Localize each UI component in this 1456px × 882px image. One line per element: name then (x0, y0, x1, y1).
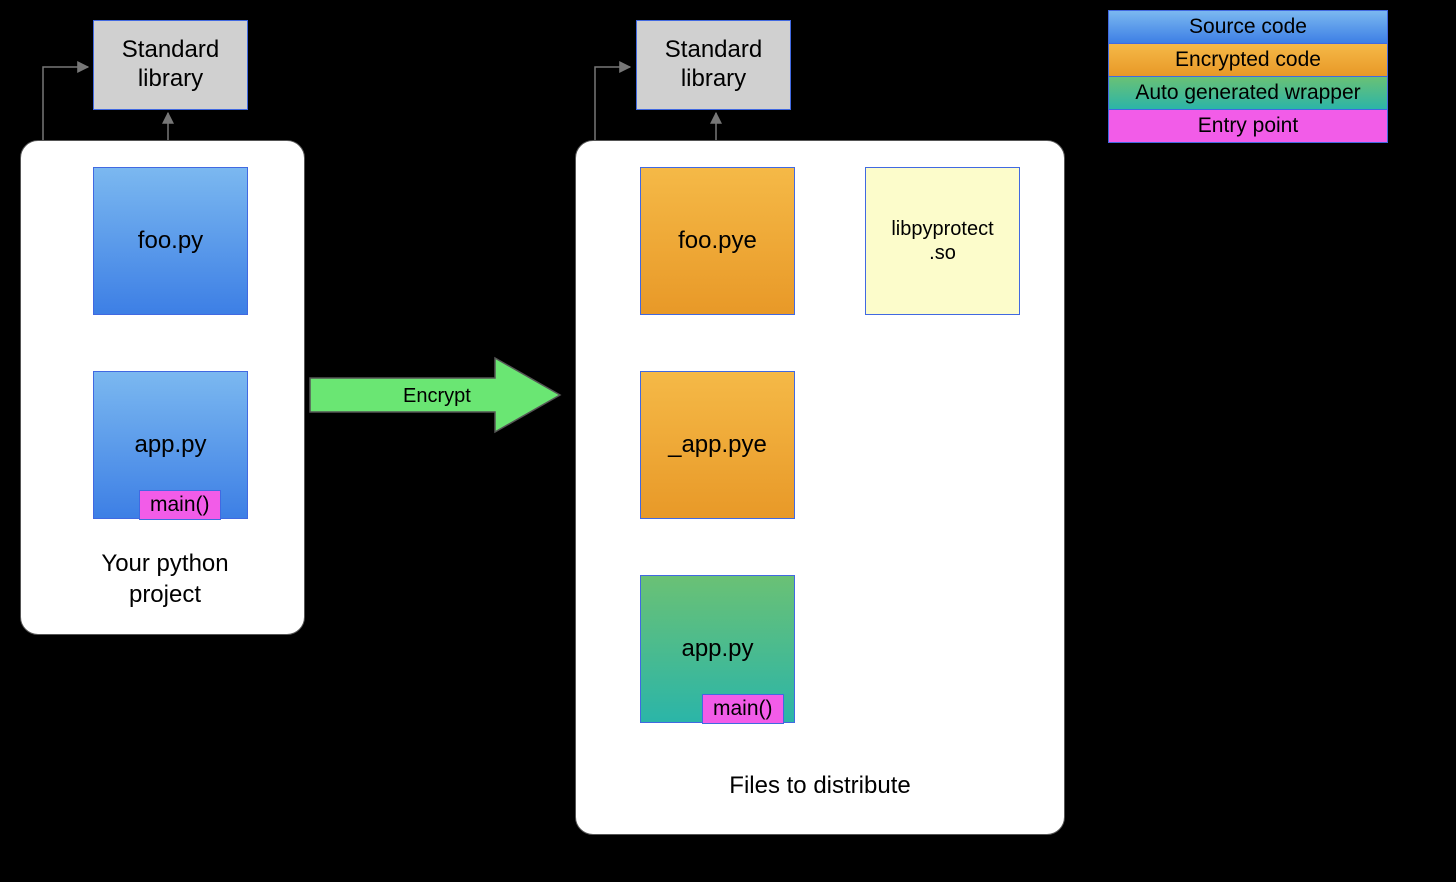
encrypt-arrow-label: Encrypt (403, 385, 471, 408)
legend-entry: Entry point (1109, 110, 1387, 142)
right-caption: Files to distribute (720, 770, 920, 801)
left-main-badge: main() (139, 490, 221, 520)
legend-encrypted: Encrypted code (1109, 44, 1387, 77)
legend-wrapper: Auto generated wrapper (1109, 77, 1387, 110)
right-main-badge: main() (702, 694, 784, 724)
left-caption: Your python project (60, 548, 270, 610)
right-lib-box: libpyprotect .so (865, 167, 1020, 315)
legend: Source code Encrypted code Auto generate… (1108, 10, 1388, 143)
legend-source: Source code (1109, 11, 1387, 44)
left-foo-box: foo.py (93, 167, 248, 315)
right-app-enc-box: _app.pye (640, 371, 795, 519)
right-stdlib-box: Standard library (636, 20, 791, 110)
left-stdlib-box: Standard library (93, 20, 248, 110)
right-foo-box: foo.pye (640, 167, 795, 315)
